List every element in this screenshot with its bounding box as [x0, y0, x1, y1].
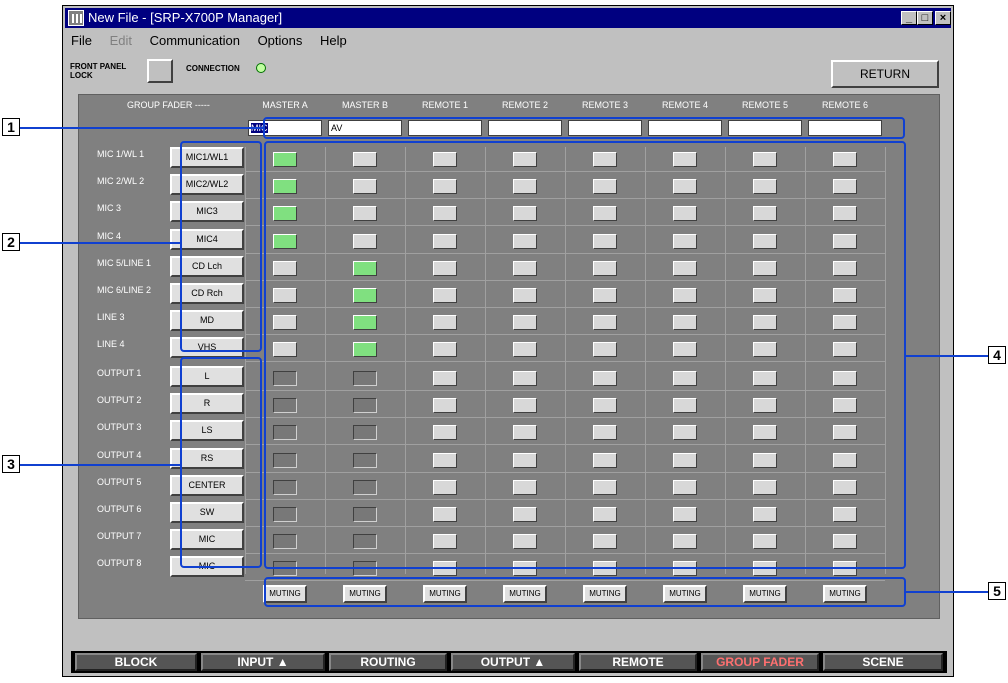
output-channel-label: OUTPUT 6	[97, 504, 142, 514]
column-header: REMOTE 3	[581, 100, 628, 110]
input-buttons-box	[180, 141, 262, 352]
input-channel-label: LINE 4	[97, 339, 125, 350]
output-channel-label: OUTPUT 8	[97, 558, 142, 569]
callout-3: 3	[2, 455, 20, 473]
minimize-icon[interactable]: _	[901, 11, 917, 25]
output-buttons-box	[180, 357, 262, 568]
output-channel-label: OUTPUT 5	[97, 476, 142, 487]
callout-leader	[904, 591, 989, 593]
title-bar: New File - [SRP-X700P Manager] _ □ ×	[65, 8, 951, 28]
menu-communication[interactable]: Communication	[150, 33, 240, 48]
column-header: REMOTE 2	[501, 100, 548, 110]
input-channel-label: MIC 3	[97, 203, 122, 214]
column-header: REMOTE 6	[821, 100, 868, 110]
callout-1: 1	[2, 118, 20, 136]
column-header: MASTER B	[341, 100, 388, 110]
nav-tab[interactable]: OUTPUT ▲	[451, 653, 575, 671]
nav-tab[interactable]: ROUTING	[329, 653, 447, 671]
assignment-grid-box	[264, 141, 906, 569]
connection-indicator-icon	[256, 63, 266, 73]
nav-tab[interactable]: BLOCK	[75, 653, 197, 671]
window-title: New File - [SRP-X700P Manager]	[88, 10, 283, 25]
output-channel-label: OUTPUT 7	[97, 531, 142, 542]
menu-bar: File Edit Communication Options Help	[71, 31, 361, 51]
input-channel-label: MIC 2/WL 2	[97, 176, 145, 187]
column-header: REMOTE 1	[421, 100, 468, 110]
output-channel-label: OUTPUT 2	[97, 395, 142, 406]
close-icon[interactable]: ×	[935, 11, 951, 25]
callout-2: 2	[2, 233, 20, 251]
menu-file[interactable]: File	[71, 33, 92, 48]
menu-edit[interactable]: Edit	[110, 33, 132, 48]
group-name-box	[263, 117, 905, 139]
nav-tab[interactable]: GROUP FADER	[701, 653, 819, 671]
callout-leader	[904, 355, 989, 357]
output-channel-label: OUTPUT 4	[97, 449, 142, 460]
input-channel-label: MIC 5/LINE 1	[97, 257, 152, 268]
nav-tab[interactable]: SCENE	[823, 653, 943, 671]
input-channel-label: MIC 6/LINE 2	[97, 285, 152, 295]
callout-leader	[20, 127, 265, 129]
column-header: MASTER A	[262, 100, 308, 110]
menu-options[interactable]: Options	[258, 33, 303, 48]
return-button[interactable]: RETURN	[831, 60, 939, 88]
input-channel-label: MIC 4	[97, 230, 122, 241]
muting-row-box	[264, 577, 906, 607]
maximize-icon[interactable]: □	[917, 11, 933, 25]
output-channel-label: OUTPUT 3	[97, 422, 142, 433]
group-fader-label: GROUP FADER -----	[127, 100, 210, 110]
column-header: REMOTE 4	[661, 100, 708, 110]
callout-leader	[20, 242, 182, 244]
menu-help[interactable]: Help	[320, 33, 347, 48]
front-panel-lock-label: FRONT PANEL LOCK	[70, 62, 127, 80]
column-header: REMOTE 5	[741, 100, 788, 110]
callout-leader	[20, 464, 182, 466]
input-channel-label: MIC 1/WL 1	[97, 149, 145, 159]
callout-4: 4	[988, 346, 1006, 364]
callout-5: 5	[988, 582, 1006, 600]
front-panel-lock-button[interactable]	[147, 59, 173, 83]
input-channel-label: LINE 3	[97, 312, 125, 323]
nav-tab[interactable]: REMOTE	[579, 653, 697, 671]
connection-label: CONNECTION	[186, 64, 240, 73]
nav-tab[interactable]: INPUT ▲	[201, 653, 325, 671]
app-icon[interactable]	[68, 10, 84, 26]
output-channel-label: OUTPUT 1	[97, 368, 142, 378]
bottom-nav-bar: BLOCK INPUT ▲ ROUTING OUTPUT ▲ REMOTE GROUP F…	[71, 651, 947, 673]
